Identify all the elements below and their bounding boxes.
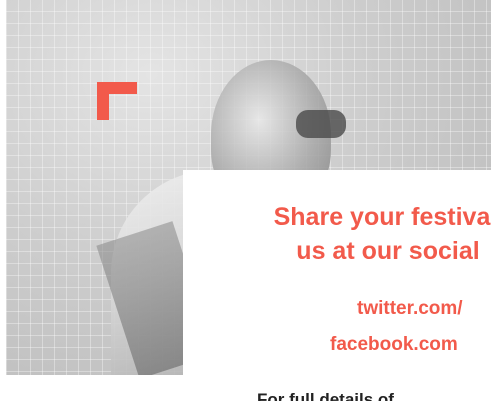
corner-bracket-vertical — [97, 82, 109, 120]
page: Share your festiva us at our social twit… — [0, 0, 491, 401]
social-share-card: Share your festiva us at our social twit… — [183, 170, 491, 401]
card-headline-line2: us at our social — [296, 237, 480, 265]
twitter-link[interactable]: twitter.com/ — [357, 298, 463, 320]
photo-figure-glasses — [296, 110, 346, 138]
details-text: For full details of — [257, 390, 394, 401]
corner-bracket-icon — [97, 82, 137, 120]
facebook-link[interactable]: facebook.com — [330, 334, 458, 356]
card-headline-line1: Share your festiva — [273, 203, 491, 231]
card-headline: Share your festiva us at our social — [243, 200, 491, 268]
